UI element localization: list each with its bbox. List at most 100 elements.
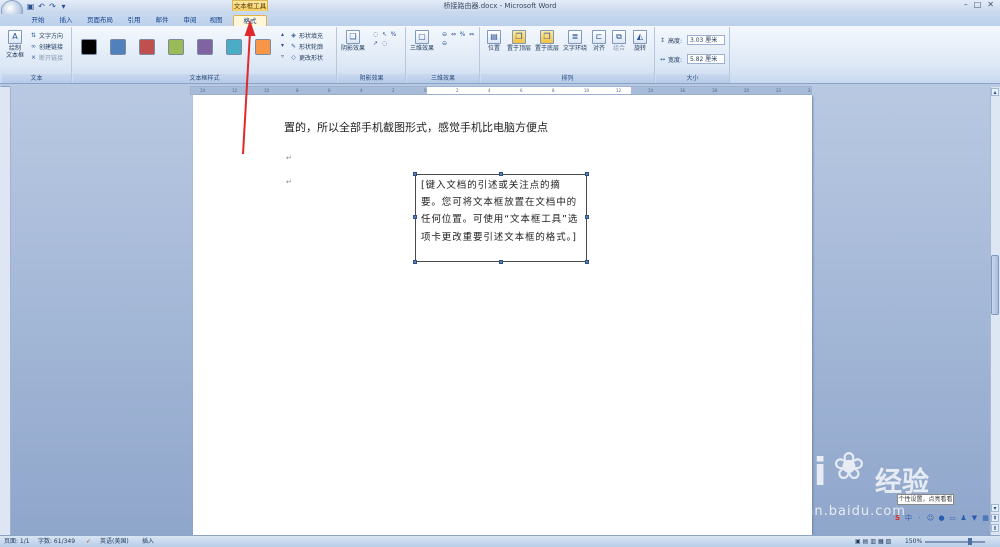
tab-home[interactable]: 开始 — [28, 15, 48, 26]
emoji-icon[interactable]: ☺ — [926, 514, 935, 523]
width-label: ↔ 宽度: — [659, 56, 683, 64]
ime-tooltip: 个性设置，点亮看看 — [897, 494, 954, 505]
nudge-down-icon[interactable]: ◌ — [381, 40, 388, 47]
align-button[interactable]: ⊏ 对齐 — [589, 30, 609, 52]
sogou-icon[interactable]: S — [893, 514, 902, 523]
context-tool-label: 文本框工具 — [232, 0, 268, 11]
create-link-button[interactable]: ∞ 创建链接 — [30, 42, 63, 51]
ruler-tick: 2 — [392, 88, 395, 93]
scroll-up-icon[interactable]: ▴ — [991, 88, 999, 96]
resize-handle[interactable] — [413, 172, 417, 176]
proofing-icon[interactable]: ✓ — [86, 536, 91, 547]
close-icon[interactable]: ✕ — [987, 0, 994, 9]
style-swatch[interactable] — [139, 39, 155, 55]
group-objects-button[interactable]: ⧉ 组合 — [609, 30, 629, 52]
height-input[interactable]: 3.03 厘米 — [687, 35, 725, 45]
punctuation-icon[interactable]: · — [915, 514, 924, 523]
tilt-left-icon[interactable]: ⇔ — [450, 31, 457, 38]
ruler-tick: 24 — [808, 88, 811, 93]
bring-to-front-button[interactable]: ❐ 置于顶层 — [505, 30, 533, 52]
resize-handle[interactable] — [585, 215, 589, 219]
ime-toolbar: S 中 · ☺ ● ▭ ♟ ▼ ▦ — [893, 511, 997, 525]
tab-format[interactable]: 格式 — [233, 15, 267, 26]
shirt-icon[interactable]: ▼ — [970, 514, 979, 523]
text-direction-button[interactable]: ⇅ 文字方向 — [30, 31, 63, 40]
maximize-icon[interactable]: □ — [974, 0, 982, 9]
shape-fill-button[interactable]: ◈ 形状填充 — [290, 31, 323, 40]
3d-effects-button[interactable]: ▢ 三维效果 — [409, 30, 435, 52]
rotate-button[interactable]: ◭ 旋转 — [630, 30, 650, 52]
quote-textbox[interactable]: [键入文档的引述或关注点的摘要。您可将文本框放置在文档中的任何位置。可使用“文本… — [415, 174, 587, 262]
shape-outline-button[interactable]: ✎ 形状轮廓 — [290, 42, 323, 51]
style-swatch[interactable] — [168, 39, 184, 55]
more-icon[interactable]: ▿ — [279, 53, 286, 60]
style-swatch[interactable] — [197, 39, 213, 55]
group-size: ↕ 高度: 3.03 厘米 ↔ 宽度: 5.82 厘米 大小 — [656, 27, 730, 83]
tilt-down-icon[interactable]: ⊖ — [441, 40, 448, 47]
text-wrap-button[interactable]: ≣ 文字环绕 — [561, 30, 589, 52]
style-swatch[interactable] — [226, 39, 242, 55]
tilt-right-icon[interactable]: ⇔ — [468, 31, 475, 38]
user-icon[interactable]: ♟ — [959, 514, 968, 523]
tools-icon[interactable]: ▦ — [981, 514, 990, 523]
resize-handle[interactable] — [585, 260, 589, 264]
chevron-up-icon[interactable]: ▴ — [279, 31, 286, 38]
tab-mailings[interactable]: 邮件 — [152, 15, 172, 26]
ruler-tick: 16 — [680, 88, 686, 93]
tab-review[interactable]: 审阅 — [180, 15, 200, 26]
shadow-effects-button[interactable]: ❏ 阴影效果 — [340, 30, 366, 52]
nudge-left-icon[interactable]: ↖ — [381, 31, 388, 38]
break-link-button[interactable]: ⨯ 断开链接 — [30, 53, 63, 62]
3d-tilt-buttons: ⊖ ⇔% ⇔ ⊖ — [441, 31, 475, 47]
resize-handle[interactable] — [585, 172, 589, 176]
send-to-back-button[interactable]: ❐ 置于底层 — [533, 30, 561, 52]
3d-icon: ▢ — [415, 30, 429, 44]
zoom-slider-thumb[interactable] — [968, 538, 972, 545]
ruler-tick: 12 — [616, 88, 622, 93]
zoom-level[interactable]: 150% — [905, 536, 922, 547]
toggle-3d-icon[interactable]: % — [459, 31, 466, 38]
ime-mode-icon[interactable]: 中 — [904, 514, 913, 523]
ruler-tick: 14 — [648, 88, 654, 93]
page-count[interactable]: 页面: 1/1 — [4, 536, 30, 547]
word-count[interactable]: 字数: 61/349 — [38, 536, 75, 547]
resize-handle[interactable] — [499, 260, 503, 264]
document-text-line[interactable]: 置的，所以全部手机截图形式，感觉手机比电脑方便点 — [284, 119, 548, 135]
style-swatch[interactable] — [255, 39, 271, 55]
style-swatch[interactable] — [110, 39, 126, 55]
draw-textbox-button[interactable]: A 绘制 文本框 — [4, 30, 26, 59]
tab-insert[interactable]: 插入 — [56, 15, 76, 26]
paint-bucket-icon: ◈ — [291, 32, 296, 39]
group-arrange: ▤ 位置 ❐ 置于顶层 ❐ 置于底层 ≣ 文字环绕 ⊏ 对齐 ⧉ 组合 ◭ 旋转 排列 — [481, 27, 655, 83]
view-buttons[interactable]: ▣▤▥▦▧ — [855, 536, 893, 547]
nudge-up-icon[interactable]: ◌ — [372, 31, 379, 38]
minimize-icon[interactable]: – — [964, 0, 968, 9]
zoom-slider[interactable] — [925, 541, 985, 543]
textbox-text[interactable]: [键入文档的引述或关注点的摘要。您可将文本框放置在文档中的任何位置。可使用“文本… — [421, 180, 578, 243]
scrollbar-thumb[interactable] — [991, 255, 999, 315]
tab-references[interactable]: 引用 — [124, 15, 144, 26]
nudge-right-icon[interactable]: ↗ — [372, 40, 379, 47]
keyboard-icon[interactable]: ▭ — [948, 514, 957, 523]
width-input[interactable]: 5.82 厘米 — [687, 54, 725, 64]
language-indicator[interactable]: 英语(美国) — [100, 536, 129, 547]
toggle-shadow-icon[interactable]: % — [390, 31, 397, 38]
tab-page-layout[interactable]: 页面布局 — [84, 15, 116, 26]
tab-view[interactable]: 视图 — [206, 15, 226, 26]
insert-mode[interactable]: 插入 — [142, 536, 154, 547]
change-shape-button[interactable]: ◇ 更改形状 — [290, 53, 323, 62]
tilt-up-icon[interactable]: ⊖ — [441, 31, 448, 38]
ruler-tick: 0 — [424, 88, 427, 93]
position-button[interactable]: ▤ 位置 — [483, 30, 505, 52]
chevron-down-icon[interactable]: ▾ — [279, 42, 286, 49]
mic-icon[interactable]: ● — [937, 514, 946, 523]
gallery-scroll[interactable]: ▴ ▾ ▿ — [279, 31, 286, 60]
resize-handle[interactable] — [413, 260, 417, 264]
group-label: 阴影效果 — [338, 74, 405, 83]
resize-handle[interactable] — [413, 215, 417, 219]
resize-handle[interactable] — [499, 172, 503, 176]
wrap-icon: ≣ — [568, 30, 582, 44]
group-textbox-styles: ▴ ▾ ▿ ◈ 形状填充 ✎ 形状轮廓 ◇ 更改形状 文本框样式 — [73, 27, 337, 83]
style-swatch[interactable] — [81, 39, 97, 55]
next-page-icon[interactable]: ⇟ — [991, 524, 999, 532]
